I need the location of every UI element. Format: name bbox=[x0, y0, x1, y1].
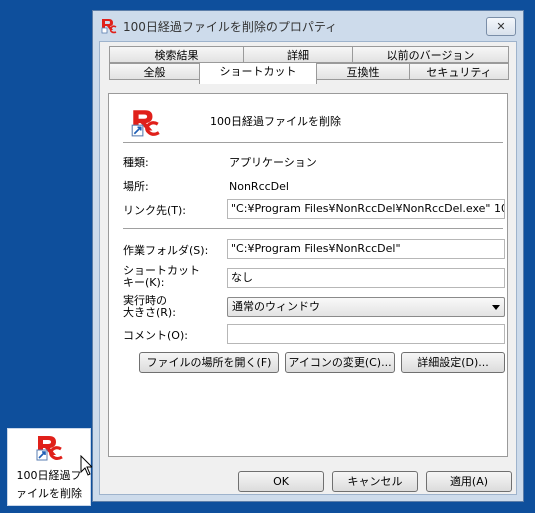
properties-window: 100日経過ファイルを削除のプロパティ ✕ 検索結果 詳細 以前のバージョン 全… bbox=[92, 10, 524, 502]
desktop-shortcut-icon[interactable]: 100日経過フ ァイルを削除 bbox=[7, 428, 91, 506]
desktop-icon-label-line2: ァイルを削除 bbox=[16, 487, 82, 500]
tab-shortcut[interactable]: ショートカット bbox=[199, 62, 317, 84]
hotkey-field[interactable]: なし bbox=[227, 268, 505, 288]
target-field[interactable]: "C:¥Program Files¥NonRccDel¥NonRccDel.ex… bbox=[227, 199, 505, 219]
advanced-button[interactable]: 詳細設定(D)... bbox=[401, 352, 505, 373]
tab-details[interactable]: 詳細 bbox=[243, 46, 353, 63]
dialog-client: 検索結果 詳細 以前のバージョン 全般 ショートカット 互換性 セキュリティ 1… bbox=[99, 41, 517, 495]
apply-button[interactable]: 適用(A) bbox=[426, 471, 512, 492]
tab-compatibility[interactable]: 互換性 bbox=[316, 63, 410, 80]
type-value: アプリケーション bbox=[229, 156, 317, 169]
comment-label: コメント(O): bbox=[123, 329, 188, 342]
cancel-button[interactable]: キャンセル bbox=[332, 471, 418, 492]
start-in-field[interactable]: "C:¥Program Files¥NonRccDel" bbox=[227, 239, 505, 259]
separator bbox=[123, 228, 503, 229]
comment-field[interactable] bbox=[227, 324, 505, 344]
tab-previous-versions[interactable]: 以前のバージョン bbox=[352, 46, 509, 63]
change-icon-button[interactable]: アイコンの変更(C)... bbox=[285, 352, 395, 373]
run-size-value: 通常のウィンドウ bbox=[232, 300, 320, 313]
hotkey-label-line2: キー(K): bbox=[123, 276, 165, 289]
chevron-down-icon bbox=[492, 305, 500, 310]
tab-general[interactable]: 全般 bbox=[109, 63, 200, 80]
location-label: 場所: bbox=[123, 180, 149, 193]
start-in-label: 作業フォルダ(S): bbox=[123, 244, 209, 257]
ok-button[interactable]: OK bbox=[238, 471, 324, 492]
shortcut-app-icon bbox=[131, 110, 160, 137]
desktop-icon-label-line1: 100日経過フ bbox=[16, 469, 82, 482]
app-logo-icon bbox=[36, 436, 63, 461]
location-value: NonRccDel bbox=[229, 180, 289, 193]
target-label: リンク先(T): bbox=[123, 204, 187, 217]
close-button[interactable]: ✕ bbox=[486, 17, 516, 36]
app-logo-icon bbox=[101, 19, 117, 34]
shortcut-panel: 100日経過ファイルを削除 種類: アプリケーション 場所: NonRccDel… bbox=[108, 93, 508, 457]
run-label-line2: 大きさ(R): bbox=[123, 306, 176, 319]
tab-search-results[interactable]: 検索結果 bbox=[109, 46, 244, 63]
separator bbox=[123, 142, 503, 143]
shortcut-name: 100日経過ファイルを削除 bbox=[210, 115, 341, 128]
run-size-select[interactable]: 通常のウィンドウ bbox=[227, 297, 505, 317]
tab-security[interactable]: セキュリティ bbox=[409, 63, 509, 80]
window-title: 100日経過ファイルを削除のプロパティ bbox=[123, 20, 338, 34]
open-file-location-button[interactable]: ファイルの場所を開く(F) bbox=[139, 352, 279, 373]
type-label: 種類: bbox=[123, 156, 149, 169]
title-bar[interactable]: 100日経過ファイルを削除のプロパティ ✕ bbox=[93, 11, 523, 41]
